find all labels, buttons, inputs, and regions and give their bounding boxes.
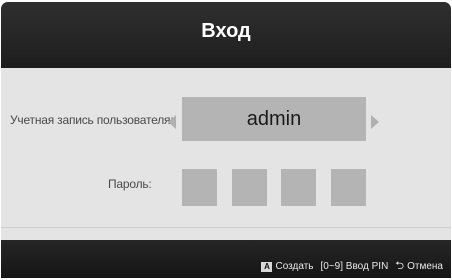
dialog-body [1, 68, 451, 240]
return-icon: ⮌ [395, 260, 405, 272]
pin-digit-3[interactable] [281, 169, 316, 206]
password-label: Пароль: [108, 177, 152, 191]
account-value: admin [246, 107, 302, 130]
dialog-title: Вход [201, 20, 251, 42]
footer-hints: A Создать [0~9] Ввод PIN ⮌ Отмена [261, 257, 443, 276]
dialog-header: Вход [1, 2, 451, 68]
pin-entry-hint: [0~9] Ввод PIN [320, 261, 389, 272]
footer-bar: A Создать [0~9] Ввод PIN ⮌ Отмена [1, 240, 451, 278]
a-key-icon: A [261, 261, 273, 272]
account-label: Учетная запись пользователя: [10, 113, 174, 127]
pin-digit-4[interactable] [331, 169, 366, 206]
account-selector[interactable]: admin [182, 97, 366, 141]
cancel-button[interactable]: Отмена [407, 261, 443, 272]
divider [1, 227, 451, 228]
pin-digit-1[interactable] [182, 169, 217, 206]
triangle-right-icon[interactable] [371, 115, 379, 129]
login-dialog: Вход Учетная запись пользователя: admin … [0, 0, 452, 280]
triangle-left-icon[interactable] [168, 115, 176, 129]
pin-digit-2[interactable] [232, 169, 267, 206]
create-button[interactable]: Создать [275, 261, 313, 272]
